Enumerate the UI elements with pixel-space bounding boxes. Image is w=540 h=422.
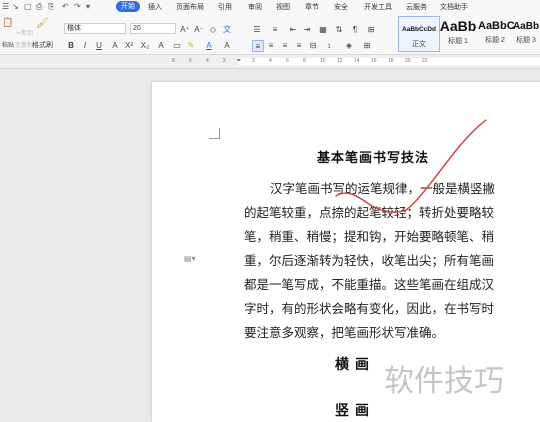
align-center-icon[interactable]: ≡ — [266, 40, 276, 50]
align-right-icon[interactable]: ≡ — [280, 40, 290, 50]
document-title: 基本笔画书写技法 — [317, 151, 430, 166]
ruler-number: 6 — [286, 58, 289, 64]
body-line: 笔，稍重、稍慢；提和钩，开始要略顿笔、稍 — [244, 229, 495, 244]
ruler-number: 14 — [354, 58, 360, 64]
tab-doc-assistant[interactable]: 文档助手 — [440, 2, 468, 12]
ruler-number: 16 — [371, 58, 377, 64]
strikethrough-icon[interactable]: A — [110, 40, 120, 50]
ruler-number: 2 — [223, 58, 226, 64]
bullets-icon[interactable]: ☰ — [252, 24, 262, 34]
underline-icon[interactable]: U — [94, 40, 104, 50]
menu-icon[interactable]: ☰ — [2, 2, 9, 11]
print-icon[interactable]: ⎙ — [36, 2, 42, 12]
ruler-number: 8 — [172, 58, 175, 64]
chinese-layout-icon[interactable]: ▦ — [318, 24, 328, 34]
paste-button-label[interactable]: 粘贴 — [2, 40, 14, 49]
tab-view[interactable]: 视图 — [276, 2, 290, 12]
ribbon-toolbar: 📋 粘贴 ✂剪切 ⎘复制 🖌 格式刷 楷体 20 A⁺ A⁻ ◇ 文 B I U… — [0, 14, 540, 55]
ruler-number: 4 — [206, 58, 209, 64]
body-line: 的起笔较重，点捺的起笔较轻；转折处要略较 — [244, 205, 495, 220]
show-marks-icon[interactable]: ¶ — [350, 24, 360, 34]
char-border-icon[interactable]: A — [222, 40, 232, 50]
indent-marker-icon[interactable]: ⏷ — [234, 56, 244, 66]
redo-icon[interactable]: ↷ — [74, 2, 81, 11]
sort-icon[interactable]: ⇅ — [334, 24, 344, 34]
paragraph-marker-icon[interactable]: ▤▾ — [184, 254, 196, 263]
char-shading-icon[interactable]: ▭ — [172, 40, 182, 50]
tab-home[interactable]: 开始 — [116, 1, 140, 12]
body-line: 要注意多观察，把笔画形状写准确。 — [244, 325, 445, 340]
highlight-icon[interactable]: ✎ — [186, 40, 196, 50]
cut-button[interactable]: ✂剪切 — [16, 28, 33, 37]
paste-icon[interactable]: 📋 — [2, 17, 13, 28]
body-line: 字时，有的形状会略有变化，因此，在书写时 — [244, 301, 495, 316]
body-line: 汉字笔画书写的运笔规律，一般是横竖撇 — [270, 181, 496, 196]
section-heading-vertical-stroke: 竖画 — [335, 403, 375, 419]
ruler-number: 6 — [189, 58, 192, 64]
font-effect-icon[interactable]: A — [156, 40, 166, 50]
watermark-text: 软件技巧 — [384, 364, 504, 399]
numbering-icon[interactable]: ≡ — [270, 24, 280, 34]
tab-security[interactable]: 安全 — [334, 2, 348, 12]
save-icon[interactable]: ▢ — [24, 2, 32, 11]
bold-icon[interactable]: B — [66, 40, 76, 50]
subscript-icon[interactable]: X₂ — [140, 40, 150, 50]
table-icon[interactable]: ⊞ — [366, 24, 376, 34]
increase-indent-icon[interactable]: ⇥ — [302, 24, 312, 34]
body-line: 重，尔后逐渐转为轻快，收笔出尖；所有笔画 — [244, 253, 495, 268]
tab-references[interactable]: 引用 — [218, 2, 232, 12]
ruler-number: 20 — [405, 58, 411, 64]
ruler-number: 22 — [422, 58, 428, 64]
align-left-icon[interactable]: ≡ — [252, 40, 264, 52]
ruler-number: 8 — [303, 58, 306, 64]
justify-icon[interactable]: ≡ — [294, 40, 304, 50]
ruler-number: 4 — [269, 58, 272, 64]
horizontal-ruler[interactable]: 8 6 4 2 2 4 6 8 10 12 14 16 18 20 22 ⏷ — [0, 55, 540, 69]
tab-review[interactable]: 审阅 — [248, 2, 262, 12]
tab-developer[interactable]: 开发工具 — [364, 2, 392, 12]
style-heading-3[interactable]: AaBb 标题 3 — [512, 16, 540, 50]
tab-cloud[interactable]: 云服务 — [406, 2, 427, 12]
body-line: 都是一笔写成，不能重描。这些笔画在组成汉 — [244, 277, 495, 292]
font-name-select[interactable]: 楷体 — [64, 23, 126, 34]
menu-bar: ☰ ↘ ▢ ⎙ ⎘ ↶ ↷ ▾ 开始 插入 页面布局 引用 审阅 视图 章节 安… — [0, 0, 540, 14]
decrease-indent-icon[interactable]: ⇤ — [288, 24, 298, 34]
undo-icon[interactable]: ↶ — [62, 2, 69, 11]
line-spacing-icon[interactable]: ↕ — [324, 40, 334, 50]
tab-chapter[interactable]: 章节 — [305, 2, 319, 12]
ruler-number: 10 — [320, 58, 326, 64]
ruler-number: 18 — [388, 58, 394, 64]
format-painter-icon[interactable]: 🖌 — [36, 18, 49, 29]
distribute-icon[interactable]: ⊟ — [308, 40, 318, 50]
increase-font-icon[interactable]: A⁺ — [180, 24, 190, 34]
customize-dropdown-icon[interactable]: ▾ — [86, 2, 90, 11]
margin-corner-mark — [209, 128, 220, 139]
italic-icon[interactable]: I — [80, 40, 90, 50]
font-color-icon[interactable]: A — [204, 40, 214, 50]
ruler-number: 12 — [337, 58, 343, 64]
section-heading-horizontal-stroke: 横画 — [335, 357, 375, 373]
shading-icon[interactable]: ◈ — [344, 40, 354, 50]
decrease-font-icon[interactable]: A⁻ — [194, 24, 204, 34]
style-normal[interactable]: AaBbCcDd 正文 — [398, 16, 440, 52]
format-painter-label[interactable]: 格式刷 — [32, 40, 53, 50]
style-heading-2[interactable]: AaBbC 标题 2 — [478, 16, 515, 50]
superscript-icon[interactable]: X² — [124, 40, 134, 50]
style-heading-1[interactable]: AaBb 标题 1 — [438, 16, 478, 50]
copy-button[interactable]: ⎘复制 — [16, 40, 33, 50]
dropdown-arrow-icon[interactable]: ↘ — [12, 2, 19, 11]
font-size-select[interactable]: 20 — [130, 23, 176, 34]
clear-format-icon[interactable]: ◇ — [208, 24, 218, 34]
phonetic-guide-icon[interactable]: 文 — [222, 24, 232, 34]
tab-insert[interactable]: 插入 — [148, 2, 162, 12]
ruler-number: 2 — [252, 58, 255, 64]
border-icon[interactable]: ⊞ — [362, 40, 372, 50]
tab-page-layout[interactable]: 页面布局 — [176, 2, 204, 12]
print-preview-icon[interactable]: ⎘ — [48, 2, 54, 12]
